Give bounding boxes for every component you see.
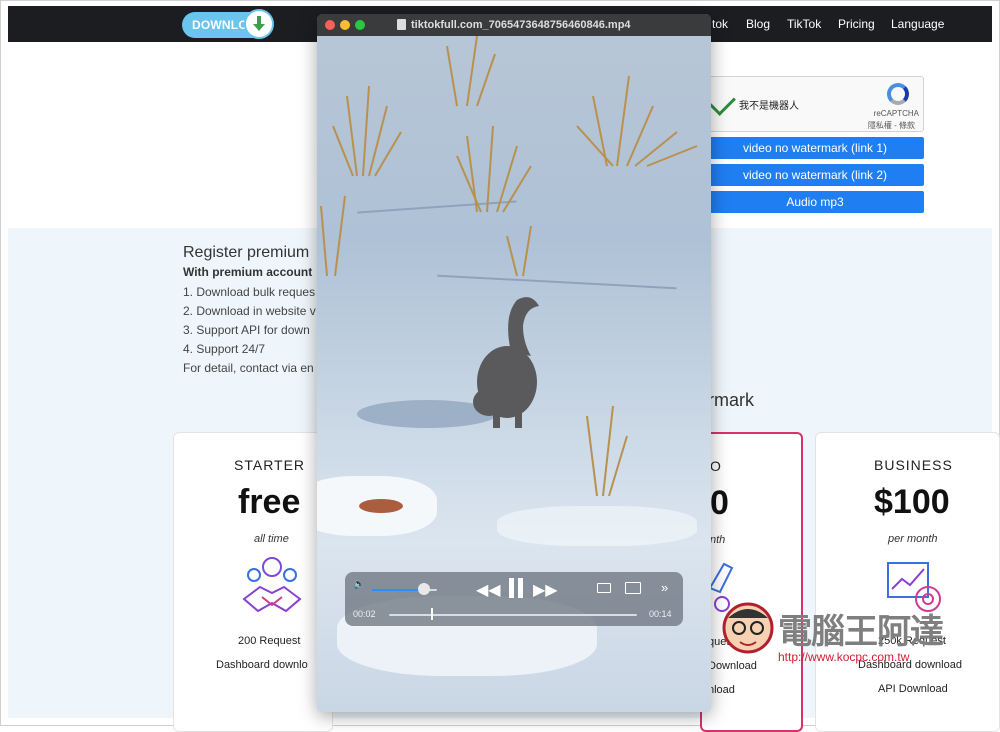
plan-feature: API Download (878, 683, 948, 695)
premium-feature-line: 2. Download in website v (183, 304, 316, 318)
nav-link-tiktok-downloader[interactable]: tok (712, 17, 728, 31)
plan-period: nth (710, 534, 726, 546)
register-premium-subtitle: With premium account (183, 265, 313, 279)
volume-slider-fill (371, 589, 424, 591)
plan-card-starter: STARTER free all time 200 Request Dashbo… (173, 432, 333, 732)
pricing-heading: rmark (708, 390, 754, 410)
stamp-brand: 電腦王阿達 (778, 612, 944, 652)
more-options-icon[interactable]: » (661, 580, 668, 595)
plan-price: 0 (710, 484, 729, 522)
recaptcha-brand: reCAPTCHA (873, 109, 919, 118)
window-titlebar[interactable]: tiktokfull.com_7065473648756460846.mp4 (317, 14, 711, 36)
site-logo[interactable]: DOWNLOAD (182, 9, 274, 39)
duration-time: 00:14 (649, 609, 672, 619)
plan-name: STARTER (234, 457, 306, 473)
plan-name: BUSINESS (874, 457, 953, 473)
premium-feature-line: 4. Support 24/7 (183, 342, 266, 356)
plan-feature: 200 Request (238, 635, 301, 647)
plan-period: per month (888, 533, 938, 545)
volume-icon[interactable]: 🔈 (353, 579, 365, 590)
plan-name: O (710, 458, 722, 474)
mascot-icon (722, 602, 774, 654)
fast-forward-icon[interactable]: ▶▶ (533, 580, 558, 600)
video-frame[interactable]: 🔈 ◀◀ ▶▶ » 00:02 00:14 (317, 36, 711, 712)
minimize-window-button[interactable] (340, 20, 350, 30)
plan-feature: Dashboard downlo (216, 659, 308, 671)
recaptcha-box[interactable]: 我不是機器人 reCAPTCHA 隱私權 - 條款 (706, 76, 924, 132)
premium-contact-line: For detail, contact via en (183, 361, 314, 375)
premium-feature-line: 1. Download bulk reques (183, 285, 316, 299)
video-player-window[interactable]: tiktokfull.com_7065473648756460846.mp4 🔈… (317, 14, 711, 712)
nav-link-pricing[interactable]: Pricing (838, 17, 875, 31)
download-no-watermark-link1-button[interactable]: video no watermark (link 1) (706, 137, 924, 159)
plan-feature: nload (708, 684, 735, 696)
picture-in-picture-icon[interactable] (625, 582, 641, 594)
plan-price: free (238, 483, 301, 521)
download-arrow-icon (244, 9, 274, 39)
progress-scrubber[interactable] (431, 608, 434, 620)
pause-icon-left[interactable] (509, 578, 514, 598)
pause-icon-right[interactable] (518, 578, 523, 598)
plan-card-business: BUSINESS $100 per month 250k Request Das… (815, 432, 1000, 732)
register-premium-title: Register premium (183, 244, 310, 261)
volume-slider-knob[interactable] (417, 583, 430, 595)
checkmark-icon (709, 89, 736, 116)
plan-price: $100 (874, 483, 950, 521)
recaptcha-terms-link[interactable]: 隱私權 - 條款 (868, 120, 915, 131)
recaptcha-logo-icon (887, 83, 909, 105)
playback-controls[interactable]: 🔈 ◀◀ ▶▶ » 00:02 00:14 (345, 572, 683, 626)
rewind-icon[interactable]: ◀◀ (476, 580, 501, 600)
video-file-icon (397, 19, 406, 30)
nav-link-blog[interactable]: Blog (746, 17, 770, 31)
zoom-window-button[interactable] (355, 20, 365, 30)
plan-period: all time (254, 533, 289, 545)
premium-feature-line: 3. Support API for down (183, 323, 310, 337)
download-audio-mp3-button[interactable]: Audio mp3 (706, 191, 924, 213)
site-watermark-stamp: 電腦王阿達 http://www.kocpc.com.tw (718, 598, 988, 678)
handshake-team-icon (242, 557, 302, 613)
stamp-url: http://www.kocpc.com.tw (778, 650, 910, 664)
plan-card-pro: O 0 nth quest Download nload (700, 432, 803, 732)
captcha-label: 我不是機器人 (739, 101, 799, 112)
download-no-watermark-link2-button[interactable]: video no watermark (link 2) (706, 164, 924, 186)
close-window-button[interactable] (325, 20, 335, 30)
nav-link-tiktok[interactable]: TikTok (787, 17, 821, 31)
video-filename: tiktokfull.com_7065473648756460846.mp4 (411, 19, 631, 31)
airplay-icon[interactable] (597, 583, 611, 593)
progress-track[interactable] (389, 614, 637, 616)
current-time: 00:02 (353, 609, 376, 619)
nav-link-language[interactable]: Language (891, 17, 944, 31)
